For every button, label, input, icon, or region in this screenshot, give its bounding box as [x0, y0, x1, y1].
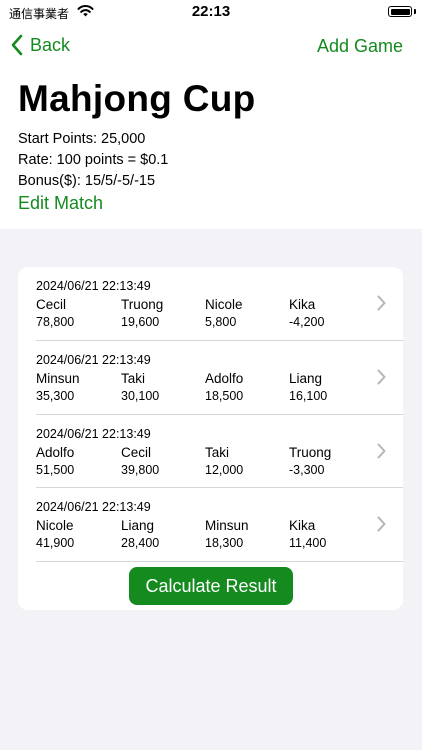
player-points: -4,200 — [289, 315, 325, 329]
game-timestamp: 2024/06/21 22:13:49 — [36, 427, 151, 441]
player-points: 41,900 — [36, 536, 75, 550]
player-points: 78,800 — [36, 315, 75, 329]
chevron-right-icon — [377, 369, 386, 385]
player-name: Nicole — [36, 518, 74, 533]
player-name: Truong — [121, 297, 164, 312]
game-row[interactable]: 2024/06/21 22:13:49 Cecil Truong Nicole … — [18, 267, 403, 341]
player-name: Minsun — [36, 371, 80, 386]
calculate-result-button[interactable]: Calculate Result — [129, 567, 293, 605]
player-points: 30,100 — [121, 389, 160, 403]
battery-icon — [388, 6, 412, 17]
player-name: Cecil — [121, 445, 152, 460]
player-name: Taki — [205, 445, 230, 460]
player-points: 12,000 — [205, 463, 244, 477]
player-name: Kika — [289, 297, 316, 312]
player-points: 19,600 — [121, 315, 160, 329]
player-points: 11,400 — [289, 536, 327, 550]
player-points: 28,400 — [121, 536, 160, 550]
chevron-right-icon — [377, 295, 386, 311]
start-points-label: Start Points: 25,000 — [18, 131, 146, 147]
player-points: 5,800 — [205, 315, 237, 329]
page-title: Mahjong Cup — [18, 78, 256, 119]
game-timestamp: 2024/06/21 22:13:49 — [36, 500, 151, 514]
player-points: 16,100 — [289, 389, 328, 403]
clock: 22:13 — [191, 3, 231, 20]
chevron-right-icon — [377, 516, 386, 532]
chevron-right-icon — [377, 443, 386, 459]
player-name: Cecil — [36, 297, 67, 312]
player-points: 39,800 — [121, 463, 160, 477]
player-name: Minsun — [205, 518, 249, 533]
game-row[interactable]: 2024/06/21 22:13:49 Nicole Liang Minsun … — [18, 488, 403, 562]
back-label: Back — [30, 34, 71, 55]
player-points: 18,300 — [205, 536, 244, 550]
player-points: 18,500 — [205, 389, 244, 403]
player-name: Truong — [289, 445, 332, 460]
game-timestamp: 2024/06/21 22:13:49 — [36, 353, 151, 367]
player-name: Kika — [289, 518, 316, 533]
player-name: Adolfo — [205, 371, 244, 386]
game-row[interactable]: 2024/06/21 22:13:49 Adolfo Cecil Taki Tr… — [18, 415, 403, 489]
add-game-button[interactable]: Add Game — [317, 36, 403, 57]
edit-match-button[interactable]: Edit Match — [18, 193, 103, 214]
player-points: -3,300 — [289, 463, 325, 477]
player-name: Liang — [289, 371, 323, 386]
player-name: Taki — [121, 371, 146, 386]
bonus-label: Bonus($): 15/5/-5/-15 — [18, 173, 156, 189]
header-panel: 通信事業者 22:13 Back Add Game Mahjong Cup St… — [0, 0, 422, 229]
player-name: Nicole — [205, 297, 243, 312]
status-bar: 通信事業者 22:13 — [0, 0, 422, 24]
games-card: 2024/06/21 22:13:49 Cecil Truong Nicole … — [18, 267, 403, 610]
game-timestamp: 2024/06/21 22:13:49 — [36, 279, 151, 293]
player-name: Adolfo — [36, 445, 75, 460]
player-name: Liang — [121, 518, 155, 533]
player-points: 35,300 — [36, 389, 75, 403]
back-button[interactable]: Back — [10, 34, 70, 56]
player-points: 51,500 — [36, 463, 75, 477]
row-divider — [36, 561, 403, 562]
battery-tip — [414, 9, 416, 14]
game-row[interactable]: 2024/06/21 22:13:49 Minsun Taki Adolfo L… — [18, 341, 403, 415]
rate-label: Rate: 100 points = $0.1 — [18, 152, 169, 168]
navigation-bar: Back Add Game — [0, 34, 422, 64]
chevron-left-icon — [11, 34, 23, 56]
